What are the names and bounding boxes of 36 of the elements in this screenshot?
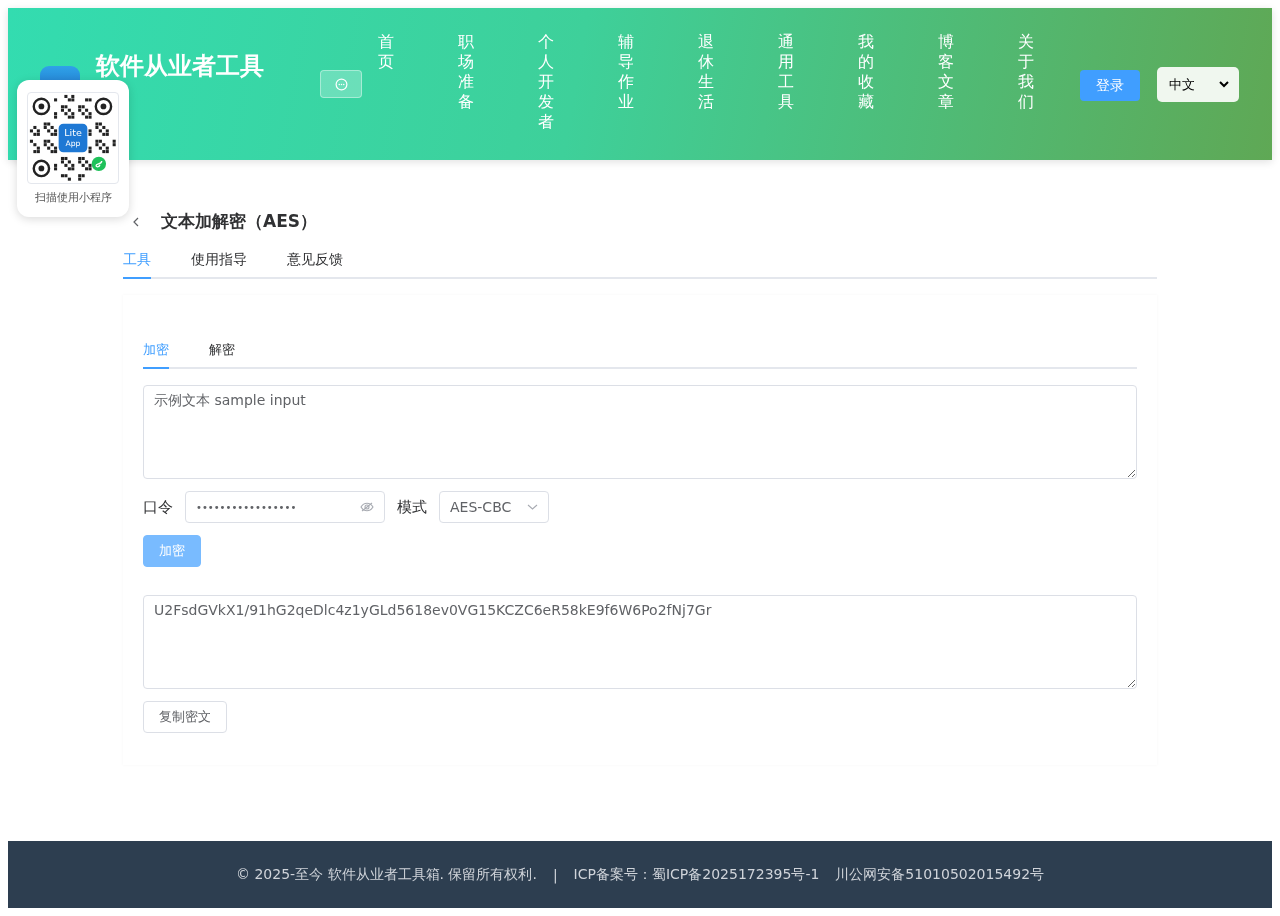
nav-link[interactable]: 博客文章	[938, 32, 954, 132]
password-label: 口令	[143, 497, 173, 517]
qr-code-drawing: Lite App	[27, 92, 119, 184]
chat-button[interactable]	[320, 70, 362, 98]
eye-off-icon[interactable]	[360, 502, 374, 512]
police-record-link[interactable]: 川公网安备51010502015492号	[835, 865, 1045, 884]
nav-link[interactable]: 退休生活	[698, 32, 714, 132]
nav-link[interactable]: 辅导作业	[618, 32, 634, 132]
mode-tab[interactable]: 解密	[209, 341, 235, 369]
page-tab[interactable]: 意见反馈	[287, 251, 343, 279]
password-field[interactable]: •••••••••••••••••	[185, 491, 385, 523]
copy-button[interactable]: 复制密文	[143, 701, 227, 733]
footer-separator: |	[552, 866, 558, 883]
mode-select[interactable]: AES-CBC	[439, 491, 549, 523]
chevron-down-icon	[527, 504, 538, 510]
ciphertext-output[interactable]: U2FsdGVkX1/91hG2qeDlc4z1yGLd5618ev0VG15KCZC6eR58kE9f6W6Po2fNj7Gr	[143, 595, 1137, 689]
nav-link[interactable]: 个人开发者	[538, 32, 554, 132]
mode-label: 模式	[397, 497, 427, 517]
page-title: 文本加解密（AES）	[161, 210, 317, 233]
nav-link[interactable]: 首页	[378, 32, 394, 132]
login-button[interactable]: 登录	[1080, 70, 1140, 101]
mode-tab[interactable]: 加密	[143, 341, 169, 369]
nav-link[interactable]: 关于我们	[1018, 32, 1034, 132]
site-title[interactable]: 软件从业者工具	[96, 50, 264, 82]
nav-link[interactable]: 我的收藏	[858, 32, 874, 132]
page-tab[interactable]: 使用指导	[191, 251, 247, 279]
page-tab[interactable]: 工具	[123, 251, 151, 279]
nav-link[interactable]: 职场准备	[458, 32, 474, 132]
chat-bubble-icon	[334, 77, 348, 91]
plaintext-input[interactable]: 示例文本 sample input	[143, 385, 1137, 479]
language-select[interactable]: 中文	[1157, 67, 1239, 102]
nav-link[interactable]: 通用工具	[778, 32, 794, 132]
qr-caption: 扫描使用小程序	[34, 190, 112, 205]
icp-link[interactable]: ICP备案号：蜀ICP备2025172395号-1	[573, 865, 820, 884]
copyright-text: © 2025-至今 软件从业者工具箱. 保留所有权利.	[235, 865, 537, 884]
chevron-down-icon	[1219, 81, 1229, 88]
